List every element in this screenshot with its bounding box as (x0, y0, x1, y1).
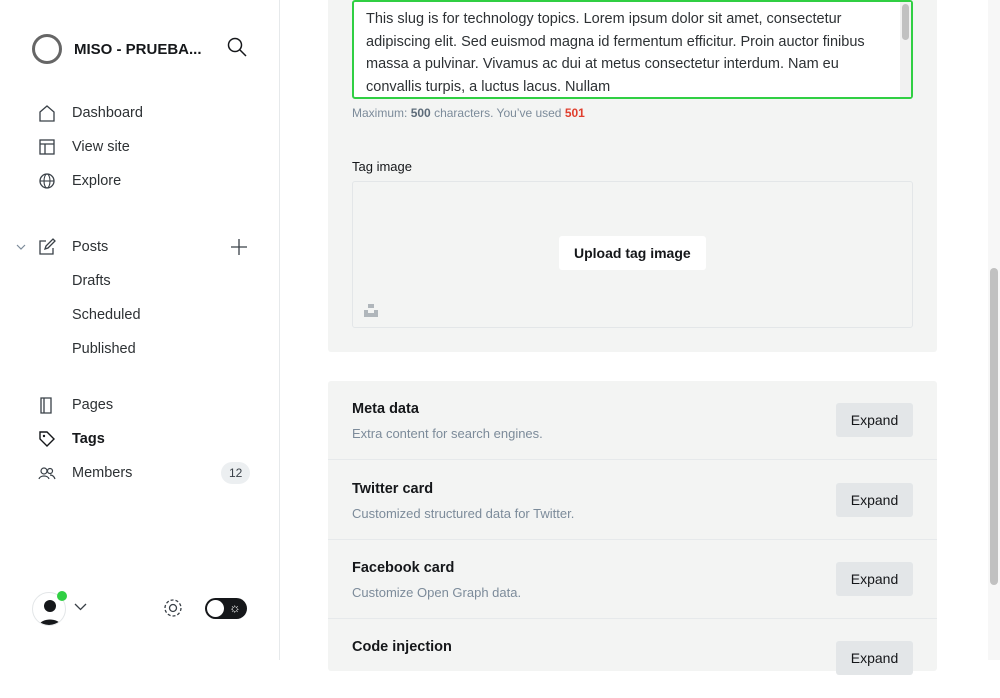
code-injection-section: Code injection Expand (328, 619, 937, 698)
sidebar-item-explore[interactable]: Explore (0, 164, 280, 198)
home-icon (39, 105, 55, 122)
textarea-scrollbar[interactable] (900, 2, 911, 97)
label: Scheduled (72, 307, 141, 323)
sidebar-item-dashboard[interactable]: Dashboard (0, 96, 280, 130)
tag-image-dropzone[interactable]: Upload tag image (352, 181, 913, 328)
plus-icon[interactable] (230, 238, 248, 256)
sidebar-item-tags[interactable]: Tags (0, 422, 280, 456)
twitter-card-section: Twitter card Customized structured data f… (328, 461, 937, 540)
facebook-card-section: Facebook card Customize Open Graph data. E… (328, 540, 937, 619)
meta-data-section: Meta data Extra content for search engine… (328, 381, 937, 460)
chevron-down-icon[interactable] (74, 603, 87, 611)
sidebar-item-posts[interactable]: Posts (0, 230, 280, 264)
label: Published (72, 341, 136, 357)
sun-icon: ☼ (229, 600, 241, 615)
sidebar-item-pages[interactable]: Pages (0, 388, 280, 422)
online-status-dot (57, 591, 67, 601)
edit-icon (39, 238, 56, 255)
dark-mode-toggle[interactable]: ☼ (205, 598, 247, 619)
chevron-down-icon[interactable] (15, 241, 27, 253)
tag-settings-panel: Maximum: 500 characters. You’ve used 501… (328, 0, 937, 352)
layout-icon (39, 139, 55, 155)
section-title: Code injection (352, 639, 452, 655)
sidebar-item-view-site[interactable]: View site (0, 130, 280, 164)
expand-twitter-card-button[interactable]: Expand (836, 483, 913, 517)
section-title: Twitter card (352, 481, 434, 497)
search-icon[interactable] (227, 37, 247, 57)
gear-icon[interactable] (162, 597, 184, 619)
sidebar: MISO - PRUEBA... Dashboard View site Exp… (0, 0, 280, 660)
sidebar-item-scheduled[interactable]: Scheduled (0, 298, 280, 332)
section-description: Customized structured data for Twitter. (352, 506, 575, 521)
unsplash-icon[interactable] (364, 303, 378, 317)
section-title: Meta data (352, 401, 419, 417)
label: Tags (72, 431, 105, 447)
site-title: MISO - PRUEBA... (74, 40, 202, 58)
main-content: Maximum: 500 characters. You’ve used 501… (280, 0, 988, 675)
section-description: Customize Open Graph data. (352, 585, 522, 600)
label: Explore (72, 173, 122, 189)
expand-code-injection-button[interactable]: Expand (836, 641, 913, 675)
members-count-badge: 12 (221, 462, 251, 484)
description-textarea[interactable] (352, 0, 913, 99)
page-scrollbar[interactable] (988, 0, 1000, 660)
sidebar-item-drafts[interactable]: Drafts (0, 264, 280, 298)
expand-meta-data-button[interactable]: Expand (836, 403, 913, 437)
label: Posts (72, 239, 109, 255)
character-count-hint: Maximum: 500 characters. You’ve used 501 (352, 106, 585, 120)
tag-icon (39, 431, 55, 447)
globe-icon (39, 173, 55, 189)
expand-facebook-card-button[interactable]: Expand (836, 562, 913, 596)
section-description: Extra content for search engines. (352, 426, 543, 441)
scrollbar-thumb[interactable] (990, 268, 998, 585)
label: Pages (72, 397, 114, 413)
sidebar-item-members[interactable]: Members 12 (0, 456, 280, 490)
tag-image-label: Tag image (352, 159, 412, 174)
sidebar-item-published[interactable]: Published (0, 332, 280, 366)
page-icon (40, 397, 52, 414)
members-icon (38, 467, 56, 480)
toggle-knob (207, 600, 224, 617)
upload-tag-image-button[interactable]: Upload tag image (559, 236, 706, 270)
section-title: Facebook card (352, 560, 455, 576)
label: Members (72, 465, 133, 481)
label: Drafts (72, 273, 111, 289)
label: Dashboard (72, 105, 143, 121)
expandable-sections: Meta data Extra content for search engine… (328, 381, 937, 675)
site-logo (32, 34, 62, 64)
site-brand[interactable]: MISO - PRUEBA... (32, 34, 202, 64)
label: View site (72, 139, 130, 155)
